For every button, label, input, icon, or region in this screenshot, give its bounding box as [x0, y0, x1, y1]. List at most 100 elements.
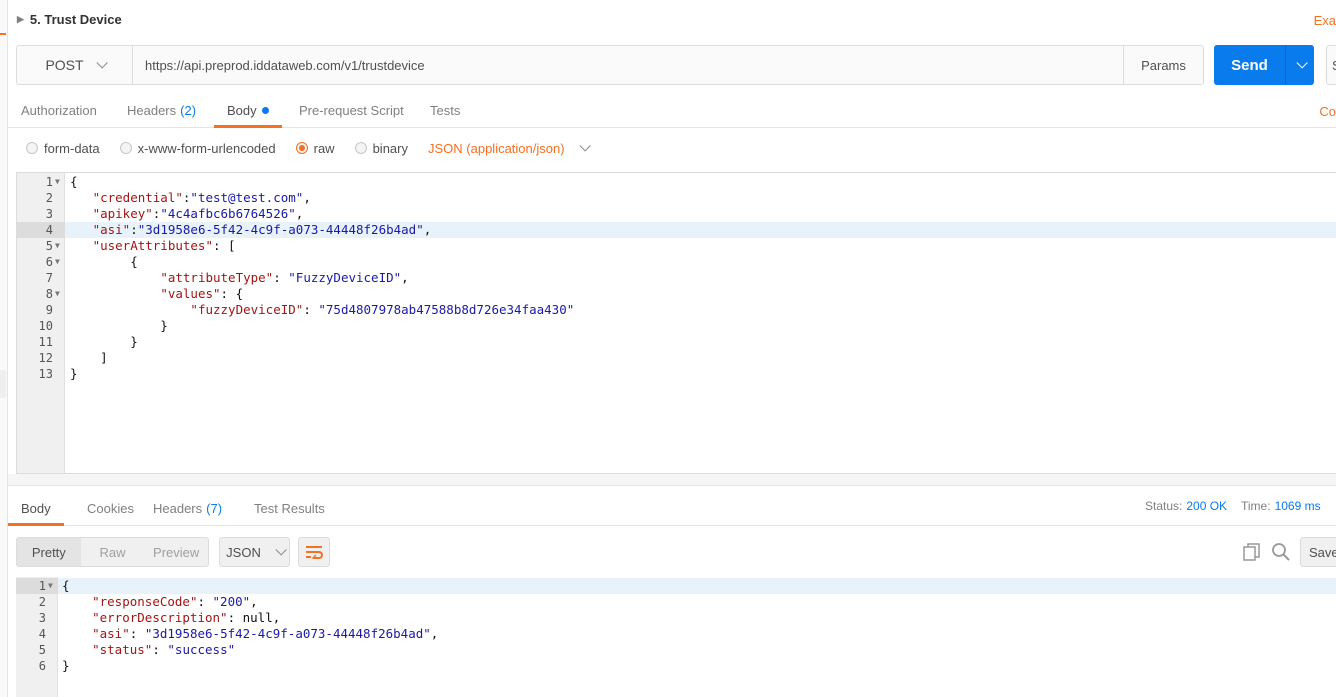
status-value[interactable]: 200 OK: [1186, 499, 1227, 513]
line-number: 6: [38, 659, 46, 673]
caret-right-icon: ▶: [17, 14, 24, 24]
code-text: "status": "success": [92, 642, 236, 657]
fold-toggle-icon[interactable]: ▼: [55, 238, 60, 254]
line-number: 8: [45, 287, 53, 301]
code-line: 4 "asi":"3d1958e6-5f42-4c9f-a073-44448f2…: [17, 222, 1336, 238]
format-label: JSON: [226, 544, 261, 560]
time-label: Time:: [1241, 499, 1271, 513]
content-type-select[interactable]: JSON (application/json): [428, 140, 591, 156]
wrap-lines-button[interactable]: [298, 537, 330, 567]
tab-label: Cookies: [87, 500, 134, 516]
response-tabs: Body Cookies Headers (7) Test Results: [8, 490, 1336, 526]
request-body-editor[interactable]: 1 ▼{2 "credential":"test@test.com", 3 "api…: [16, 172, 1336, 474]
code-text: }: [62, 658, 70, 673]
code-text: "values": {: [160, 286, 244, 301]
tab-headers[interactable]: Headers (2): [114, 92, 209, 128]
examples-link[interactable]: Exa: [1314, 13, 1336, 28]
send-options-button[interactable]: [1285, 45, 1314, 85]
line-number: 12: [38, 351, 53, 365]
status-label: Status:: [1145, 499, 1183, 513]
view-pretty-button[interactable]: Pretty: [17, 538, 81, 566]
cookies-link[interactable]: Co: [1319, 104, 1336, 119]
response-time: Time: 1069 ms: [1241, 499, 1321, 513]
code-text: "attributeType": "FuzzyDeviceID",: [160, 270, 409, 285]
code-text: }: [70, 366, 78, 381]
code-line: 1 ▼ {: [16, 578, 1336, 594]
code-text: ]: [70, 350, 108, 365]
radio-label: binary: [372, 140, 408, 156]
code-text: {: [62, 578, 70, 593]
view-raw-button[interactable]: Raw: [81, 538, 145, 566]
url-bar: POST https://api.preprod.iddataweb.com/v…: [16, 45, 1204, 85]
fold-toggle-icon[interactable]: ▼: [55, 254, 60, 270]
tab-response-body[interactable]: Body: [8, 490, 64, 526]
response-status: Status: 200 OK: [1145, 499, 1227, 513]
code-text: "fuzzyDeviceID": "75d4807978ab47588b8d72…: [190, 302, 575, 317]
tab-label: Test Results: [254, 500, 325, 516]
tab-count: (2): [180, 102, 197, 118]
time-value[interactable]: 1069 ms: [1275, 499, 1321, 513]
url-input[interactable]: https://api.preprod.iddataweb.com/v1/tru…: [133, 46, 1123, 84]
tab-authorization[interactable]: Authorization: [8, 92, 110, 128]
copy-icon[interactable]: [1242, 542, 1262, 562]
radio-circle-icon: [354, 142, 367, 154]
code-line: 10 }: [17, 318, 1336, 334]
request-title[interactable]: ▶ 5. Trust Device: [17, 12, 122, 27]
response-body-viewer[interactable]: 1 ▼{2 "responseCode": "200", 3 "errorDescr…: [16, 577, 1336, 697]
tab-pre-request-script[interactable]: Pre-request Script: [286, 92, 417, 128]
search-icon[interactable]: [1271, 542, 1291, 562]
tab-tests[interactable]: Tests: [417, 92, 473, 128]
tab-response-headers[interactable]: Headers (7): [140, 490, 235, 526]
tab-test-results[interactable]: Test Results: [241, 490, 338, 526]
method-label: POST: [45, 57, 84, 73]
code-line: 2 "credential":"test@test.com",: [17, 190, 1336, 206]
modified-dot-icon: [261, 106, 269, 114]
tab-response-cookies[interactable]: Cookies: [74, 490, 147, 526]
fold-toggle-icon[interactable]: ▼: [55, 174, 60, 190]
code-line: 3 "apikey":"4c4afbc6b6764526",: [17, 206, 1336, 222]
radio-binary[interactable]: binary: [354, 140, 408, 156]
save-response-button[interactable]: Save: [1300, 537, 1336, 567]
left-gutter-strip: [0, 0, 8, 697]
radio-x-www-form-urlencoded[interactable]: x-www-form-urlencoded: [119, 140, 276, 156]
tab-body[interactable]: Body: [214, 92, 282, 128]
code-text: {: [70, 174, 78, 189]
radio-form-data[interactable]: form-data: [26, 141, 100, 156]
radio-raw[interactable]: raw: [295, 140, 335, 156]
code-text: "userAttributes": [: [92, 238, 236, 253]
code-text: "asi":"3d1958e6-5f42-4c9f-a073-44448f26b…: [92, 222, 432, 237]
code-text: {: [70, 254, 138, 269]
fold-toggle-icon[interactable]: ▼: [55, 286, 60, 302]
tab-label: Pre-request Script: [299, 102, 404, 118]
view-preview-button[interactable]: Preview: [144, 538, 208, 566]
code-text: "apikey":"4c4afbc6b6764526",: [92, 206, 304, 221]
radio-label: x-www-form-urlencoded: [137, 140, 276, 156]
chevron-down-icon: [96, 57, 108, 69]
request-title-label: 5. Trust Device: [29, 12, 122, 27]
fold-toggle-icon[interactable]: ▼: [48, 578, 53, 594]
pane-splitter[interactable]: [8, 474, 1336, 486]
line-number: 7: [45, 271, 53, 285]
tab-label: Headers: [127, 102, 177, 118]
code-line: 11 }: [17, 334, 1336, 350]
wrap-lines-icon: [306, 546, 323, 559]
radio-circle-icon: [119, 142, 132, 154]
response-view-mode: Pretty Raw Preview: [16, 537, 209, 567]
send-button[interactable]: Send: [1214, 45, 1285, 85]
line-number: 2: [45, 191, 53, 205]
line-number: 13: [38, 367, 53, 381]
radio-label: raw: [313, 140, 335, 156]
tab-label: Body: [227, 102, 257, 118]
line-number: 9: [45, 303, 53, 317]
code-line: 13}: [17, 366, 1336, 382]
line-number: 5: [38, 643, 46, 657]
params-button[interactable]: Params: [1123, 46, 1203, 84]
line-number: 4: [38, 627, 46, 641]
tab-label: Tests: [430, 102, 461, 118]
response-format-select[interactable]: JSON: [219, 537, 290, 567]
radio-label: form-data: [44, 140, 100, 156]
code-text: "asi": "3d1958e6-5f42-4c9f-a073-44448f26…: [92, 626, 439, 641]
save-button[interactable]: S: [1326, 45, 1336, 85]
method-select[interactable]: POST: [17, 46, 133, 84]
line-number: 10: [38, 319, 53, 333]
